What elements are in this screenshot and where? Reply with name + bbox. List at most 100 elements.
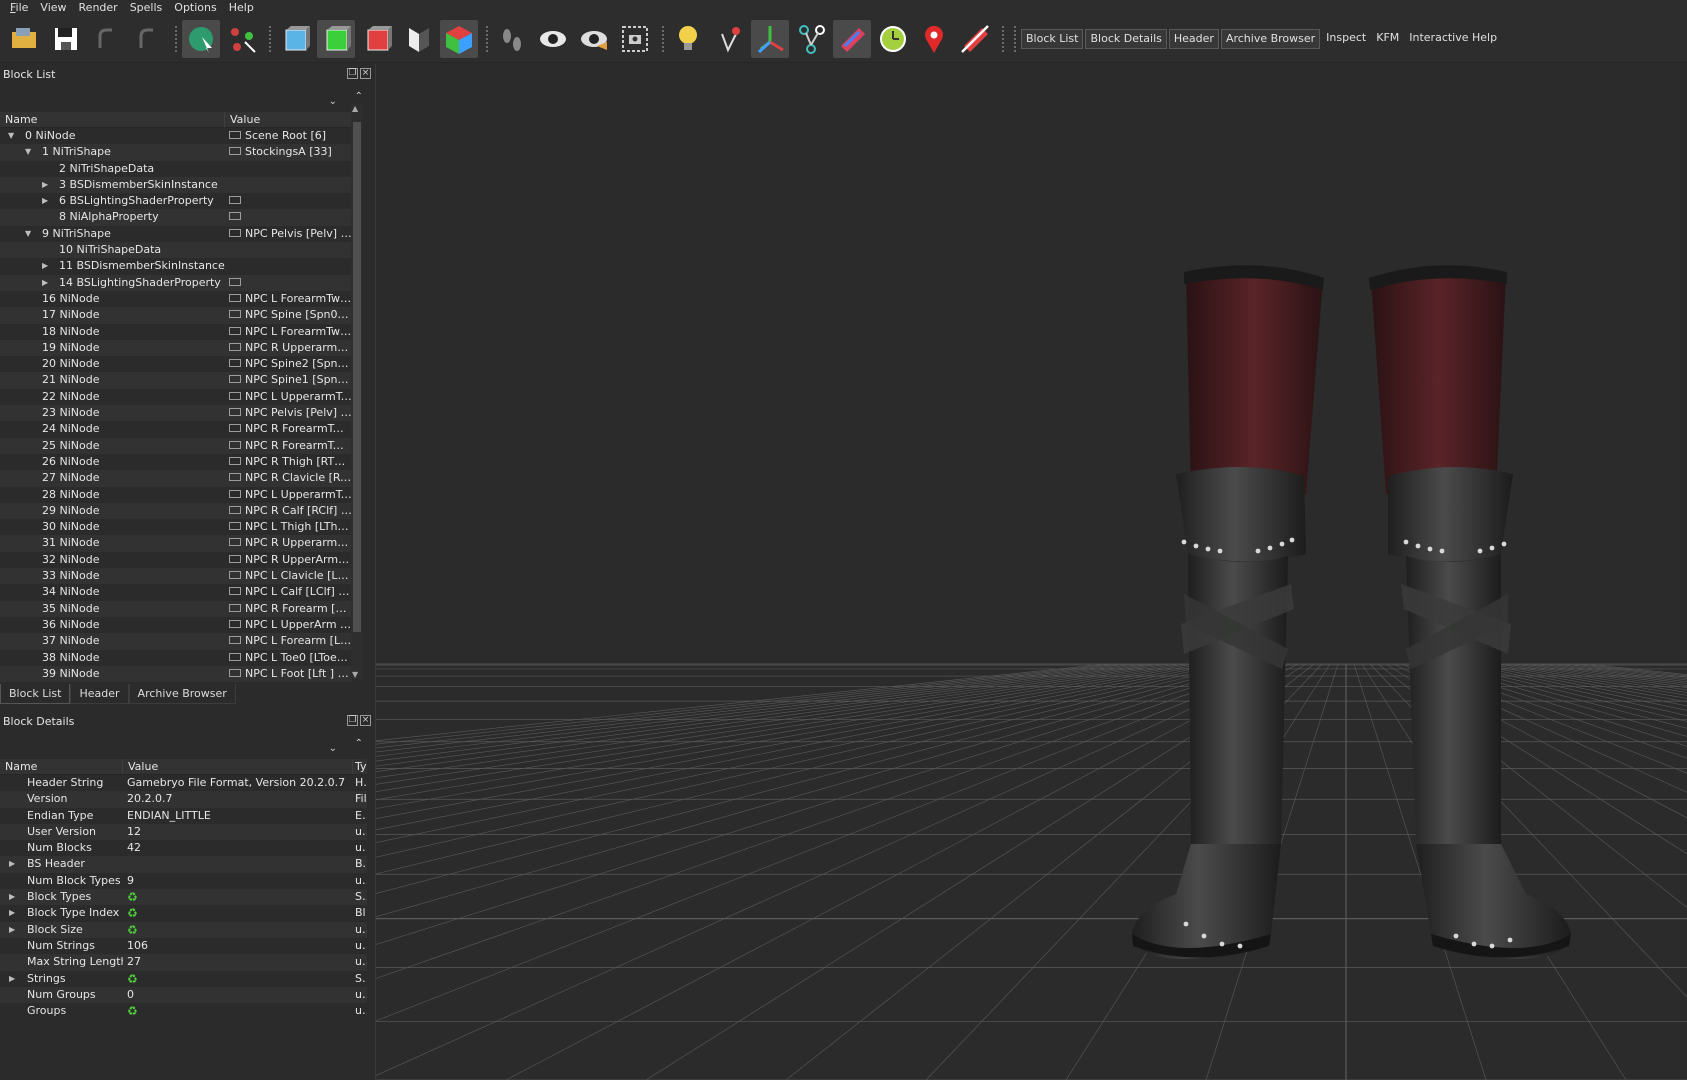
menu-file[interactable]: File	[4, 0, 34, 15]
tab-header[interactable]: Header	[70, 684, 129, 704]
table-row[interactable]: 32 NiNode NPC R UpperArm [...	[0, 551, 352, 569]
chevron-down-icon[interactable]: ▼	[25, 226, 31, 242]
row-value-cell[interactable]: ♻	[123, 922, 353, 938]
table-row[interactable]: 29 NiNode NPC R Calf [RClf] [17]	[0, 502, 352, 520]
row-value-cell[interactable]: 106	[123, 938, 353, 954]
table-row[interactable]: 25 NiNode NPC R ForearmTwis...	[0, 437, 352, 454]
chevron-right-icon[interactable]: ▶	[9, 889, 15, 905]
scroll-down-icon[interactable]: ▼	[352, 670, 358, 679]
render-viewport[interactable]	[376, 64, 1687, 1080]
menu-options[interactable]: Options	[168, 0, 222, 15]
table-row[interactable]: ▶ 11 BSDismemberSkinInstance	[0, 258, 352, 275]
view-perspective-button[interactable]	[440, 19, 478, 58]
select-object-button[interactable]	[182, 19, 220, 58]
view-front-button[interactable]	[276, 20, 314, 58]
table-row[interactable]: ▶ Block Types ♻ Siz	[0, 889, 367, 906]
tab-archive-browser[interactable]: Archive Browser	[128, 684, 236, 704]
row-value-cell[interactable]: ♻	[123, 1003, 353, 1019]
table-row[interactable]: 28 NiNode NPC L UpperarmTw...	[0, 486, 352, 503]
chevron-right-icon[interactable]: ▶	[42, 258, 48, 274]
expand-all-icon[interactable]: ⌄	[329, 743, 337, 754]
pin-button[interactable]	[915, 20, 953, 58]
float-panel-icon[interactable]: ❐	[347, 68, 358, 79]
view-flip-button[interactable]	[399, 20, 437, 58]
expand-all-icon[interactable]: ⌄	[329, 96, 337, 107]
marker-button[interactable]	[710, 20, 748, 58]
row-value-cell[interactable]: 20.2.0.7	[123, 791, 353, 807]
row-value-cell[interactable]: ENDIAN_LITTLE	[123, 808, 353, 824]
undo-button[interactable]	[88, 20, 126, 58]
clock-button[interactable]	[874, 20, 912, 58]
table-row[interactable]: 22 NiNode NPC L UpperarmTw...	[0, 388, 352, 406]
row-value-cell[interactable]: 42	[123, 840, 353, 856]
table-row[interactable]: ▶ Block Type Index ♻ Bl	[0, 905, 367, 922]
table-row[interactable]: 16 NiNode NPC L ForearmTwis...	[0, 290, 352, 308]
chevron-right-icon[interactable]: ▶	[9, 856, 15, 872]
table-row[interactable]: 38 NiNode NPC L Toe0 [LToe] [...	[0, 649, 352, 666]
table-row[interactable]: Num Blocks 42 uli	[0, 840, 367, 857]
chevron-down-icon[interactable]: ▼	[8, 128, 14, 144]
table-row[interactable]: 24 NiNode NPC R ForearmTwis...	[0, 421, 352, 438]
table-row[interactable]: 21 NiNode NPC Spine1 [Spn1] ...	[0, 372, 352, 389]
table-row[interactable]: 36 NiNode NPC L UpperArm [L...	[0, 616, 352, 634]
table-row[interactable]: Num Block Types 9 us	[0, 872, 367, 890]
table-row[interactable]: ▶ 14 BSLightingShaderProperty	[0, 274, 352, 291]
table-row[interactable]: 8 NiAlphaProperty	[0, 209, 352, 226]
row-value-cell[interactable]: 12	[123, 824, 353, 840]
eye-hidden-button[interactable]	[575, 20, 613, 58]
view-side-button[interactable]	[317, 19, 355, 58]
select-vertex-button[interactable]	[223, 20, 261, 58]
toggle-kfm[interactable]: KFM	[1372, 29, 1403, 49]
table-row[interactable]: ▼ 1 NiTriShape StockingsA [33]	[0, 144, 352, 161]
table-row[interactable]: 23 NiNode NPC Pelvis [Pelv] [10]	[0, 405, 352, 422]
table-row[interactable]: 19 NiNode NPC R UpperarmTw...	[0, 339, 352, 357]
table-row[interactable]: 2 NiTriShapeData	[0, 160, 352, 177]
table-row[interactable]: ▶ Strings ♻ Siz	[0, 970, 367, 987]
row-value-cell[interactable]: Gamebryo File Format, Version 20.2.0.7	[123, 775, 353, 791]
table-row[interactable]: Version 20.2.0.7 Fil	[0, 791, 367, 808]
axes-button[interactable]	[751, 19, 789, 58]
menu-render[interactable]: Render	[73, 0, 124, 15]
eye-button[interactable]	[534, 20, 572, 58]
scroll-up-icon[interactable]: ▲	[352, 104, 358, 113]
column-name-header[interactable]: Name	[0, 759, 123, 774]
save-button[interactable]	[47, 20, 85, 58]
chevron-right-icon[interactable]: ▶	[9, 905, 15, 921]
toggle-inspect[interactable]: Inspect	[1322, 29, 1370, 49]
toggle-header[interactable]: Header	[1168, 28, 1219, 49]
viewport-scene[interactable]	[376, 64, 1687, 1080]
float-panel-icon[interactable]: ❐	[347, 715, 358, 726]
column-type-header[interactable]: Ty	[353, 759, 367, 774]
row-value-cell[interactable]: 27	[123, 954, 353, 970]
redo-button[interactable]	[129, 20, 167, 58]
toggle-interactive-help[interactable]: Interactive Help	[1405, 29, 1501, 49]
block-list-scrollbar[interactable]: ▲ ▼	[351, 104, 363, 679]
close-panel-icon[interactable]: ×	[360, 68, 371, 79]
view-back-button[interactable]	[358, 20, 396, 58]
texture-button[interactable]	[833, 19, 871, 58]
table-row[interactable]: ▶ Block Size ♻ uii	[0, 921, 367, 938]
menu-help[interactable]: Help	[223, 0, 260, 15]
table-row[interactable]: User Version 12 uli	[0, 823, 367, 841]
table-row[interactable]: 17 NiNode NPC Spine [Spn0] [2]	[0, 307, 352, 324]
no-collision-button[interactable]	[956, 20, 994, 58]
table-row[interactable]: ▶ BS Header BS	[0, 856, 367, 873]
skeleton-button[interactable]	[792, 20, 830, 58]
close-panel-icon[interactable]: ×	[360, 715, 371, 726]
collapse-all-icon[interactable]: ⌃	[355, 91, 363, 102]
table-row[interactable]: Groups ♻ uii	[0, 1003, 367, 1020]
chevron-right-icon[interactable]: ▶	[42, 193, 48, 209]
table-row[interactable]: 26 NiNode NPC R Thigh [RThg]...	[0, 453, 352, 471]
table-row[interactable]: ▶ 6 BSLightingShaderProperty	[0, 193, 352, 210]
collapse-all-icon[interactable]: ⌃	[355, 738, 363, 749]
table-row[interactable]: 30 NiNode NPC L Thigh [LThg]...	[0, 519, 352, 536]
chevron-down-icon[interactable]: ▼	[25, 144, 31, 160]
table-row[interactable]: 39 NiNode NPC L Foot [Lft ] [78]	[0, 665, 352, 683]
table-row[interactable]: 35 NiNode NPC R Forearm [RL...	[0, 600, 352, 617]
row-value-cell[interactable]: 0	[123, 987, 353, 1003]
row-value-cell[interactable]	[123, 856, 353, 872]
toggle-block-details[interactable]: Block Details	[1085, 28, 1167, 49]
row-value-cell[interactable]: ♻	[123, 905, 353, 921]
column-value-header[interactable]: Value	[123, 759, 353, 774]
table-row[interactable]: 10 NiTriShapeData	[0, 242, 352, 259]
